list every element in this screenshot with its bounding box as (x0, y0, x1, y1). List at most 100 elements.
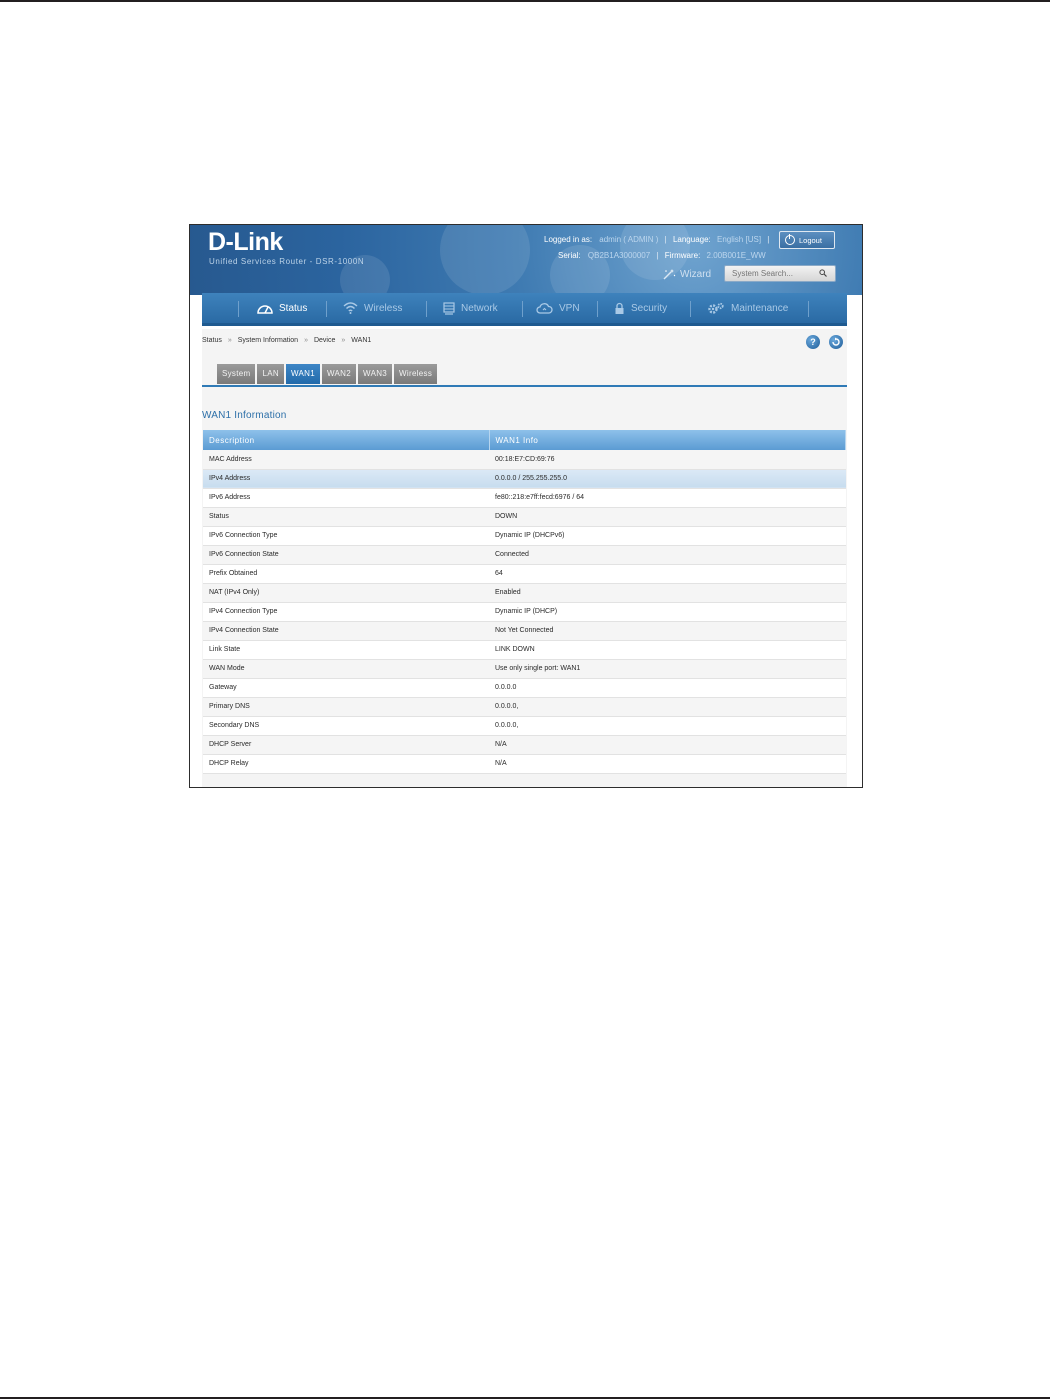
row-value: Connected (489, 545, 846, 565)
tab-wan2[interactable]: WAN2 (321, 364, 357, 384)
cloud-icon (536, 303, 553, 314)
row-value: fe80::218:e7ff:fecd:6976 / 64 (489, 488, 846, 508)
row-value: N/A (489, 735, 846, 755)
table-row: Secondary DNS 0.0.0.0, (203, 716, 846, 736)
column-header-wan1-info: WAN1 Info (489, 430, 846, 450)
table-row: IPv4 Connection State Not Yet Connected (203, 621, 846, 641)
nav-maintenance[interactable]: Maintenance (707, 293, 788, 323)
breadcrumb-system-information[interactable]: System Information (238, 337, 298, 344)
serial-label: Serial: (558, 251, 581, 260)
brand-logo: D-Link (208, 228, 283, 256)
nav-wireless-label: Wireless (364, 302, 403, 314)
page-top-rule (0, 0, 1050, 2)
row-value: Use only single port: WAN1 (489, 659, 846, 679)
nav-divider (522, 301, 523, 317)
row-description: DHCP Server (203, 735, 489, 755)
product-name: Unified Services Router - DSR-1000N (209, 257, 365, 266)
tab-wan3[interactable]: WAN3 (358, 364, 393, 384)
row-value: DOWN (489, 507, 846, 527)
wizard-label: Wizard (680, 268, 712, 280)
row-value: N/A (489, 754, 846, 774)
dashboard-icon (257, 305, 273, 314)
breadcrumb-separator: » (227, 337, 232, 344)
divider: | (656, 251, 659, 260)
row-description: Prefix Obtained (203, 564, 489, 584)
row-value: 00:18:E7:CD:69:76 (489, 450, 846, 470)
tab-system[interactable]: System (217, 364, 256, 384)
table-header-row: Description WAN1 Info (203, 430, 846, 450)
gears-icon (708, 302, 724, 314)
nav-status[interactable]: Status (257, 293, 307, 323)
nav-vpn[interactable]: VPN (536, 293, 580, 323)
nav-vpn-label: VPN (559, 302, 580, 314)
table-row: NAT (IPv4 Only) Enabled (203, 583, 846, 603)
wan1-info-table: Description WAN1 Info MAC Address 00:18:E… (203, 430, 846, 774)
logout-button[interactable]: Logout (779, 231, 835, 249)
logged-in-label: Logged in as: (544, 235, 593, 244)
tab-underline (202, 385, 847, 387)
table-row: IPv4 Connection Type Dynamic IP (DHCP) (203, 602, 846, 622)
router-ui-screenshot: D-Link Unified Services Router - DSR-100… (189, 224, 863, 788)
table-row: WAN Mode Use only single port: WAN1 (203, 659, 846, 679)
breadcrumb-device[interactable]: Device (314, 337, 335, 344)
row-value: 0.0.0.0 (489, 678, 846, 698)
lock-icon (615, 302, 624, 314)
refresh-icon[interactable] (829, 335, 843, 349)
row-value: Enabled (489, 583, 846, 603)
header-banner: D-Link Unified Services Router - DSR-100… (190, 225, 862, 295)
login-info: Logged in as: admin ( ADMIN ) | Language… (544, 235, 773, 244)
main-nav: Status Wireless Network VPN Security Mai… (202, 293, 847, 326)
wifi-icon (343, 302, 358, 314)
table-row: Primary DNS 0.0.0.0, (203, 697, 846, 717)
row-description: IPv6 Connection Type (203, 526, 489, 546)
row-description: WAN Mode (203, 659, 489, 679)
language-label: Language: (672, 235, 711, 244)
table-row: DHCP Server N/A (203, 735, 846, 755)
tab-wireless[interactable]: Wireless (394, 364, 438, 384)
nav-divider (690, 301, 691, 317)
breadcrumb: Status » System Information » Device » WAN1 (202, 337, 371, 344)
nav-security[interactable]: Security (614, 293, 667, 323)
column-header-description: Description (203, 430, 490, 450)
row-value: LINK DOWN (489, 640, 846, 660)
row-description: NAT (IPv4 Only) (203, 583, 489, 603)
logged-in-user[interactable]: admin ( ADMIN ) (594, 235, 658, 244)
table-row: Gateway 0.0.0.0 (203, 678, 846, 698)
firmware-value: 2.00B001E_WW (706, 251, 766, 260)
row-description: IPv4 Connection State (203, 621, 489, 641)
nav-divider (326, 301, 327, 317)
section-tabs: System LAN WAN1 WAN2 WAN3 Wireless (217, 364, 438, 384)
power-icon (785, 234, 795, 245)
server-icon (443, 301, 455, 315)
row-value: 0.0.0.0, (489, 716, 846, 736)
row-value: Not Yet Connected (489, 621, 846, 641)
row-description: IPv6 Connection State (203, 545, 489, 565)
row-description: Gateway (203, 678, 489, 698)
table-row: Status DOWN (203, 507, 846, 527)
wizard-link[interactable]: Wizard (662, 268, 711, 280)
content-area: Status» System Information» Device» WAN1 ? … (202, 329, 847, 787)
nav-network[interactable]: Network (443, 293, 498, 323)
divider: | (664, 235, 667, 244)
table-row: IPv6 Address fe80::218:e7ff:fecd:6976 / 6… (203, 488, 846, 508)
row-description: Link State (203, 640, 489, 660)
table-row: MAC Address 00:18:E7:CD:69:76 (203, 450, 846, 470)
row-description: Status (203, 507, 489, 527)
row-value: 0.0.0.0, (489, 697, 846, 717)
tab-wan1[interactable]: WAN1 (285, 364, 320, 384)
nav-wireless[interactable]: Wireless (343, 293, 402, 323)
search-icon[interactable] (819, 269, 827, 277)
divider: | (767, 235, 770, 244)
language-value[interactable]: English [US] (713, 235, 761, 244)
breadcrumb-status[interactable]: Status (202, 337, 222, 344)
row-value: Dynamic IP (DHCP) (489, 602, 846, 622)
table-row: IPv6 Connection Type Dynamic IP (DHCPv6) (203, 526, 846, 546)
serial-value: QB2B1A3000007 (587, 251, 651, 260)
help-icon[interactable]: ? (806, 335, 820, 349)
tab-lan[interactable]: LAN (257, 364, 284, 384)
page-bottom-rule (0, 1397, 1050, 1399)
nav-divider (238, 301, 239, 317)
nav-divider (597, 301, 598, 317)
table-row: IPv6 Connection State Connected (203, 545, 846, 565)
row-value: 0.0.0.0 / 255.255.255.0 (489, 469, 846, 489)
